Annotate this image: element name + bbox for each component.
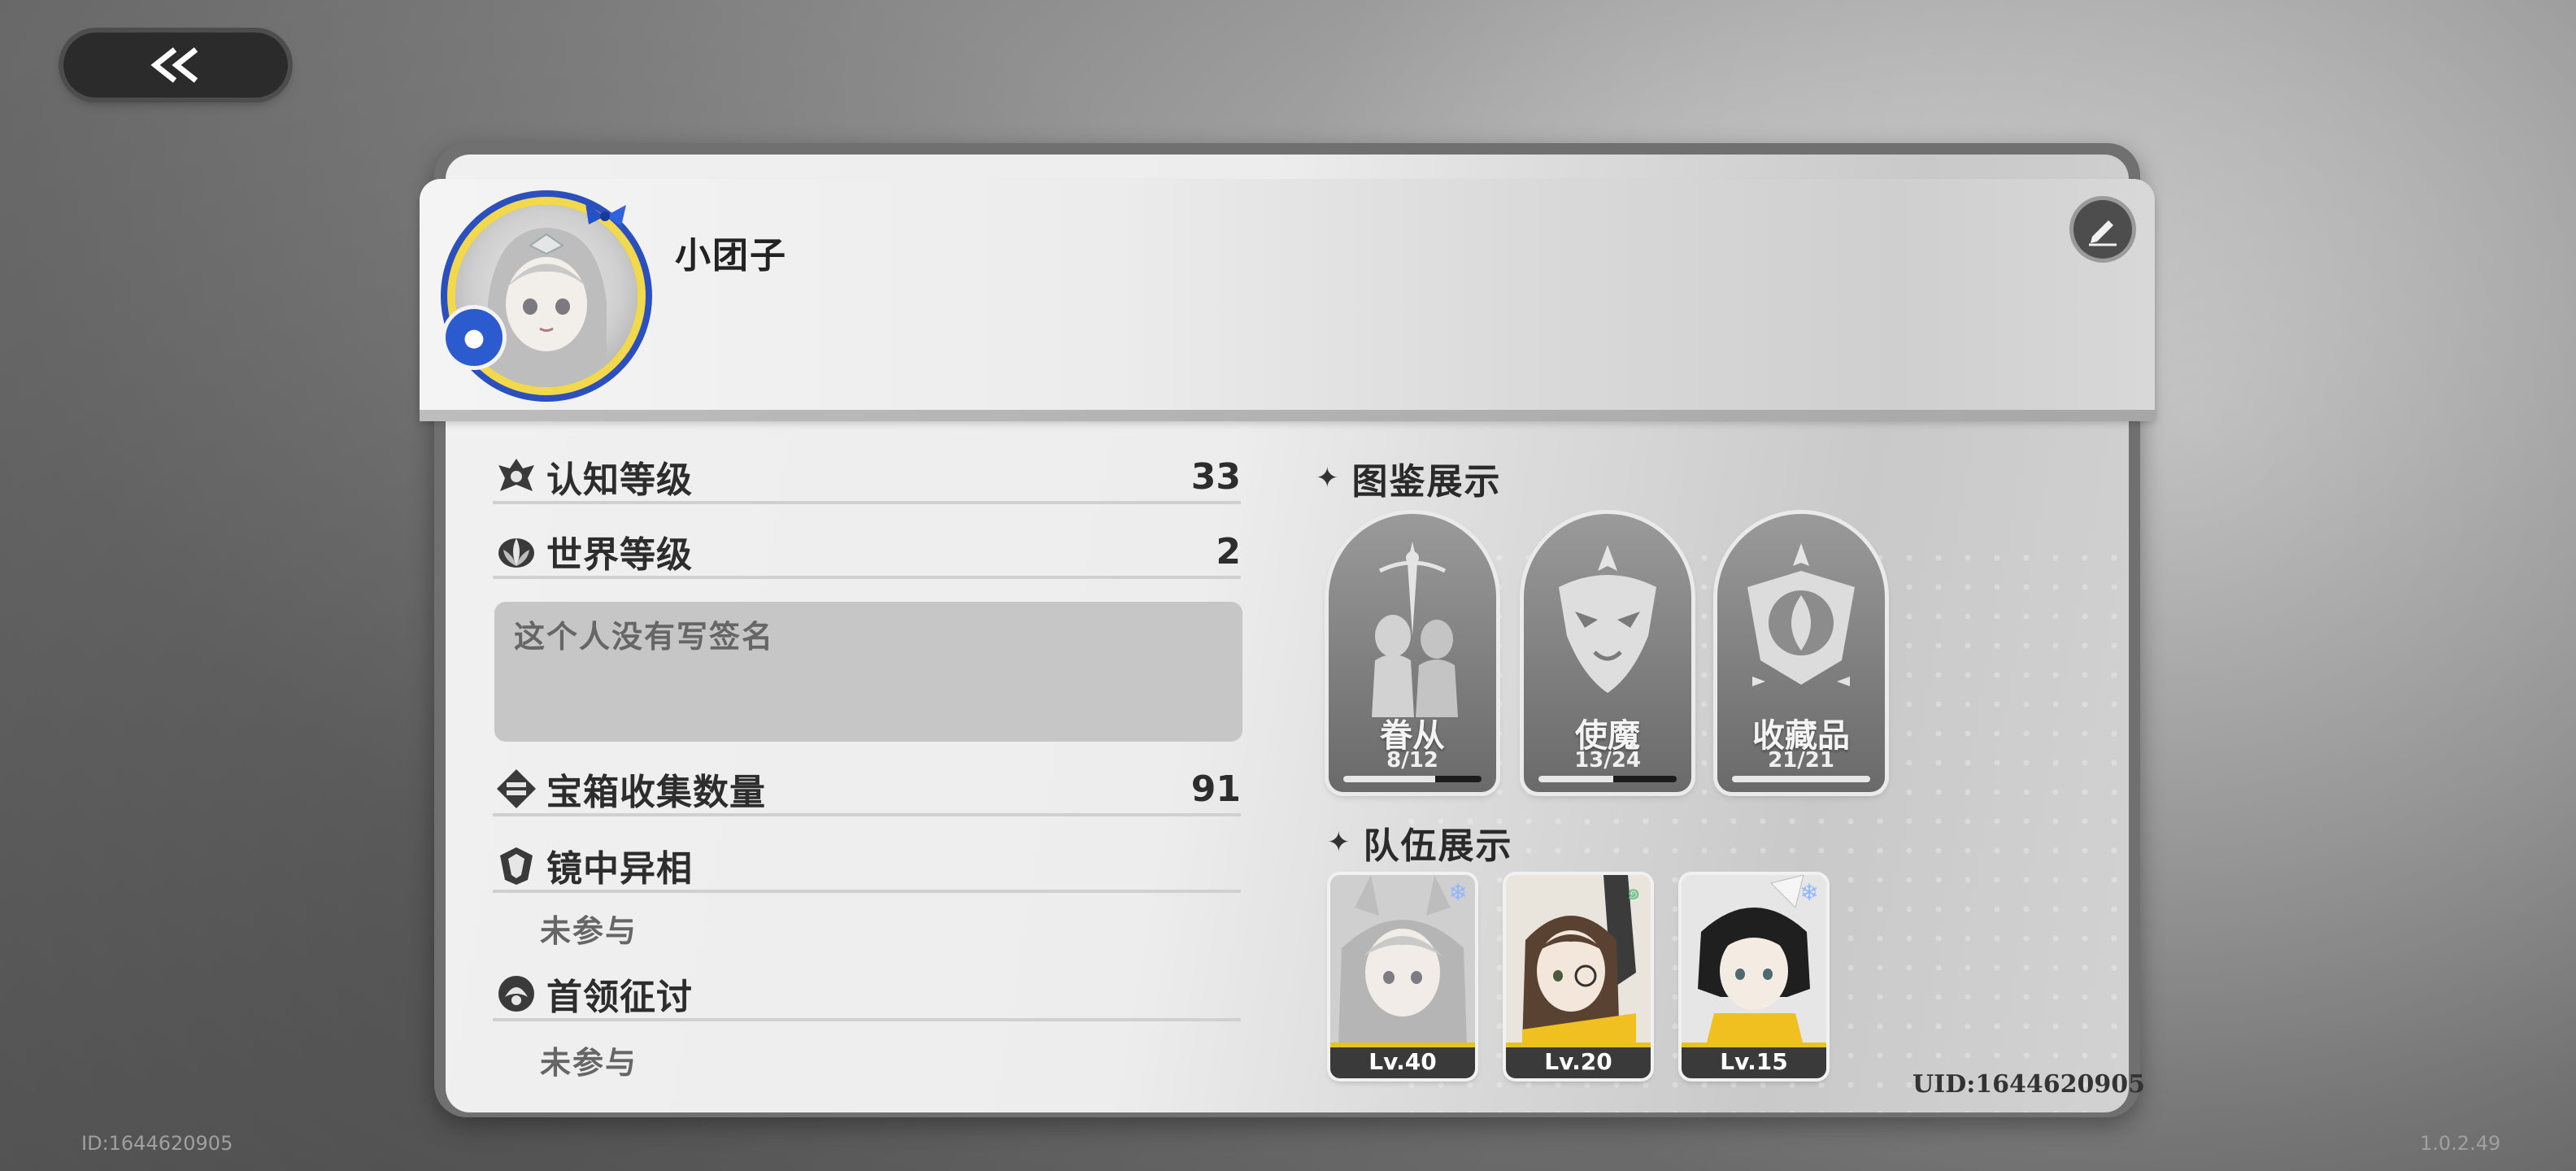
world-level-value: 2 [1216,530,1241,572]
avatar-bow-icon [585,203,626,226]
profile-header [420,179,2155,416]
team-title-text: 队伍展示 [1363,825,1513,867]
signature-text: 这个人没有写签名 [514,619,775,655]
username: 小团子 [675,235,787,276]
chest-count-label: 宝箱收集数量 [546,772,766,813]
mirror-crest-icon [493,842,540,888]
team-section-title: ✦ 队伍展示 [1327,816,1513,868]
wind-icon: ๑ [1626,878,1641,905]
collection-section-title: ✦ 图鉴展示 [1316,452,1502,504]
boss-crest-icon [493,971,540,1016]
snowflake-icon: ❄ [1448,878,1468,906]
collection-title-text: 图鉴展示 [1351,461,1502,503]
snowflake-icon: ❄ [1799,878,1819,906]
cognition-crest-icon [493,454,540,499]
cognition-level-value: 33 [1190,455,1241,498]
team-member-card[interactable]: ❄ Lv.15 [1682,875,1826,1078]
collection-count: 8/12 [1386,748,1438,773]
collection-progress-bar [1732,776,1870,782]
world-level-row: 世界等级 2 [493,527,1241,579]
familiars-mask-icon [1559,545,1656,693]
collectibles-crest-icon [1747,543,1855,686]
team-member-level: Lv.20 [1506,1043,1651,1078]
mirror-status: 未参与 [540,913,638,949]
world-level-label: 世界等级 [546,534,693,576]
collection-count: 13/24 [1574,748,1641,773]
collection-progress-bar [1538,776,1677,782]
boss-row: 首领征讨 [493,969,1241,1021]
avatar-badge-robot-icon: ● [446,309,503,366]
signature-box[interactable]: 这个人没有写签名 [494,602,1242,742]
world-lotus-icon [493,529,540,574]
team-member-card[interactable]: ❄ Lv.40 [1330,875,1475,1078]
cognition-level-label: 认知等级 [546,459,693,501]
team-member-level: Lv.15 [1682,1043,1826,1078]
chest-count-row: 宝箱收集数量 91 [493,764,1241,816]
boss-status: 未参与 [540,1045,638,1081]
team-member-card[interactable]: ๑ Lv.20 [1506,875,1651,1078]
companions-emblem-icon [1372,542,1458,717]
boss-label: 首领征讨 [546,977,693,1018]
mirror-row: 镜中异相 [493,841,1241,893]
sparkle-icon: ✦ [1327,826,1352,859]
double-chevron-left-icon [150,47,198,83]
sparkle-icon: ✦ [1316,462,1341,494]
collection-card-collectibles[interactable]: 收藏品 21/21 [1717,514,1885,792]
chest-count-value: 91 [1190,768,1241,810]
collection-card-companions[interactable]: 眷从 8/12 [1329,514,1496,792]
mirror-label: 镜中异相 [546,848,693,890]
cognition-level-row: 认知等级 33 [493,452,1241,504]
back-button[interactable] [63,33,288,98]
collection-progress-bar [1343,776,1482,782]
chest-icon [493,766,540,812]
collection-count: 21/21 [1768,748,1834,773]
pen-edit-icon [2089,220,2117,246]
footer-id: ID:1644620905 [81,1132,233,1155]
uid-label: UID:1644620905 [1912,1070,2146,1099]
team-member-level: Lv.40 [1330,1043,1475,1078]
collection-card-familiars[interactable]: 使魔 13/24 [1524,514,1691,792]
edit-profile-button[interactable] [2073,200,2132,259]
header-divider [420,410,2155,421]
version-label: 1.0.2.49 [2420,1132,2501,1155]
